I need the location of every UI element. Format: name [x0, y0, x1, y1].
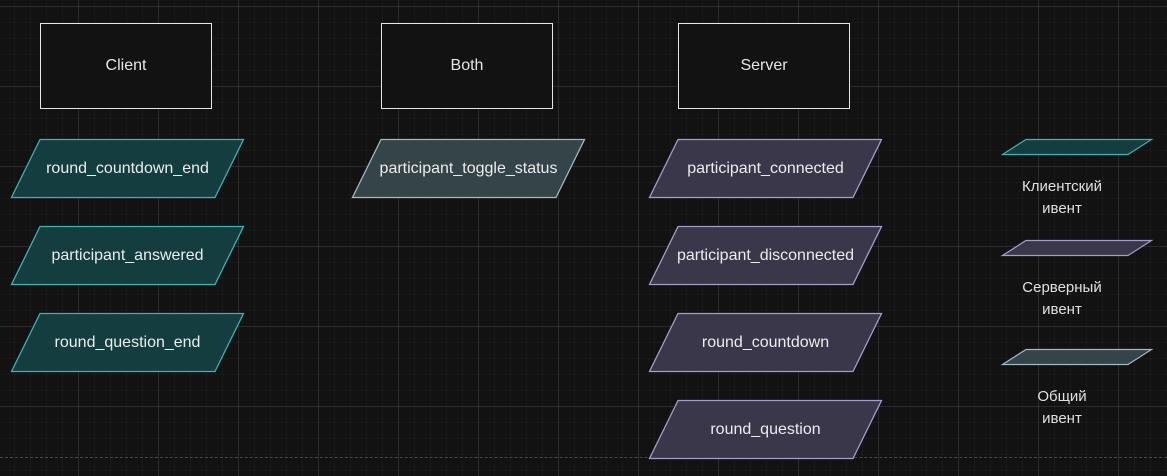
header-server[interactable]: Server [678, 23, 850, 109]
legend-swatch-both[interactable] [1000, 348, 1154, 366]
event-participant-toggle-status[interactable]: participant_toggle_status [351, 138, 586, 199]
page-boundary-line [0, 457, 1167, 458]
event-label: round_question_end [54, 333, 201, 351]
event-label: round_countdown_end [46, 159, 209, 177]
event-label: participant_connected [687, 159, 844, 177]
event-label: participant_toggle_status [379, 159, 558, 177]
parallelogram-shape [1000, 239, 1154, 257]
legend-swatch-client[interactable] [1000, 138, 1154, 156]
legend-swatch-server[interactable] [1000, 239, 1154, 257]
event-round-countdown[interactable]: round_countdown [648, 312, 883, 373]
event-participant-disconnected[interactable]: participant_disconnected [648, 225, 883, 286]
diagram-canvas: Client Both Server round_countdown_end p… [0, 0, 1167, 476]
header-client[interactable]: Client [40, 23, 212, 109]
event-participant-connected[interactable]: participant_connected [648, 138, 883, 199]
parallelogram-shape [1000, 138, 1154, 156]
event-round-question-end[interactable]: round_question_end [10, 312, 245, 373]
event-round-question[interactable]: round_question [648, 399, 883, 460]
legend-label-client: Клиентский ивент [1021, 178, 1103, 217]
event-round-countdown-end[interactable]: round_countdown_end [10, 138, 245, 199]
legend-label-both: Общий ивент [1037, 388, 1087, 427]
header-both[interactable]: Both [381, 23, 553, 109]
parallelogram-shape [1000, 348, 1154, 366]
event-label: participant_disconnected [676, 246, 854, 264]
legend-label-server: Серверный ивент [1022, 279, 1102, 318]
event-label: round_countdown [701, 333, 830, 351]
event-label: round_question [710, 420, 821, 438]
event-participant-answered[interactable]: participant_answered [10, 225, 245, 286]
event-label: participant_answered [51, 246, 204, 264]
